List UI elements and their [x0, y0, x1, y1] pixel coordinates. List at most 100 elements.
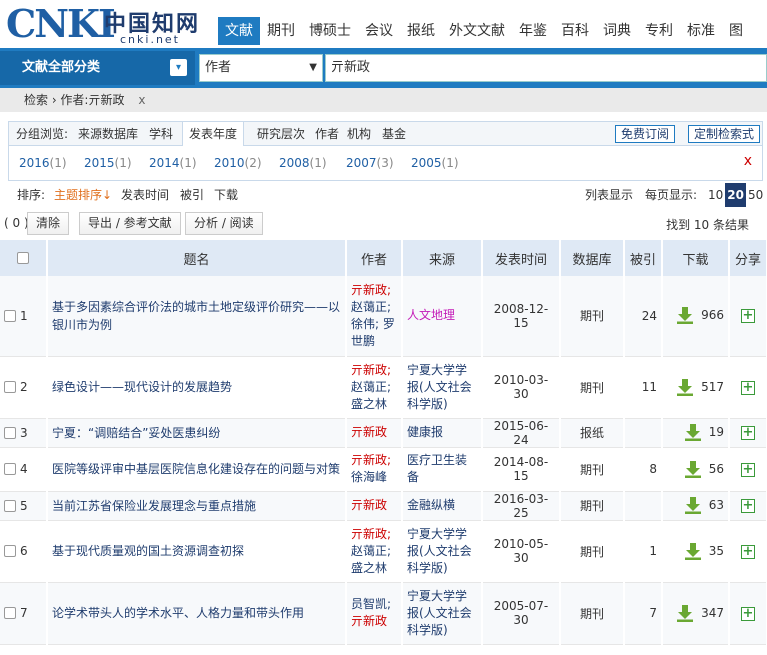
cited-count[interactable]: [624, 491, 663, 521]
result-title-link[interactable]: 绿色设计——现代设计的发展趋势: [47, 356, 347, 419]
col-downloads[interactable]: 下载: [662, 240, 730, 276]
coauthor-link[interactable]: 赵蔼正; 盛之林: [351, 544, 391, 575]
nav-item-6[interactable]: 年鉴: [512, 17, 554, 45]
result-title-link[interactable]: 基于多因素综合评价法的城市土地定级评价研究——以银川市为例: [47, 276, 347, 357]
cnki-logo[interactable]: CNKI 中国知网 cnki.net: [4, 1, 212, 46]
tab-research-level[interactable]: 研究层次: [257, 122, 305, 146]
nav-item-2[interactable]: 博硕士: [302, 17, 358, 45]
year-filter-2014[interactable]: 2014(1): [149, 156, 197, 170]
source-link[interactable]: 宁夏大学学 报(人文社会 科学版): [402, 356, 483, 419]
sort-downloads[interactable]: 下载: [214, 183, 238, 207]
download-icon[interactable]: [677, 604, 694, 622]
author-link-highlight[interactable]: 亓新政: [351, 498, 387, 512]
row-checkbox[interactable]: [4, 381, 16, 394]
chevron-down-icon[interactable]: ▾: [170, 59, 187, 76]
sort-date[interactable]: 发表时间: [121, 183, 169, 207]
nav-item-4[interactable]: 报纸: [400, 17, 442, 45]
author-link-highlight[interactable]: 亓新政;: [351, 363, 391, 377]
analyze-button[interactable]: 分析 / 阅读: [185, 212, 263, 235]
cited-count[interactable]: 24: [624, 276, 663, 357]
year-filter-2008[interactable]: 2008(1): [279, 156, 327, 170]
tab-fund[interactable]: 基金: [382, 122, 406, 146]
share-plus-icon[interactable]: +: [741, 544, 755, 559]
per-page-20[interactable]: 20: [725, 183, 746, 207]
tab-source-db[interactable]: 来源数据库: [78, 122, 138, 146]
result-title-link[interactable]: 当前江苏省保险业发展理念与重点措施: [47, 491, 347, 521]
nav-item-9[interactable]: 专利: [638, 17, 680, 45]
per-page-50[interactable]: 50: [746, 183, 765, 207]
clear-button[interactable]: 清除: [27, 212, 70, 235]
year-filter-2007[interactable]: 2007(3): [346, 156, 394, 170]
coauthor-link[interactable]: 员智凯;: [351, 597, 391, 611]
tab-author[interactable]: 作者: [315, 122, 339, 146]
author-link-highlight[interactable]: 亓新政: [351, 425, 387, 439]
result-title-link[interactable]: 医院等级评审中基层医院信息化建设存在的问题与对策: [47, 447, 347, 492]
tab-subject[interactable]: 学科: [149, 122, 173, 146]
download-icon[interactable]: [684, 460, 701, 478]
year-filter-2016[interactable]: 2016(1): [19, 156, 67, 170]
search-field-select[interactable]: 作者 ▼: [199, 54, 323, 82]
sort-cited[interactable]: 被引: [180, 183, 204, 207]
share-plus-icon[interactable]: +: [741, 499, 755, 513]
author-link-highlight[interactable]: 亓新政;: [351, 453, 391, 467]
download-icon[interactable]: [684, 424, 701, 441]
nav-item-1[interactable]: 期刊: [260, 17, 302, 45]
row-checkbox[interactable]: [4, 607, 16, 620]
row-checkbox[interactable]: [4, 499, 16, 512]
coauthor-link[interactable]: 赵蔼正; 盛之林: [351, 380, 391, 411]
tab-pub-year[interactable]: 发表年度: [182, 121, 245, 146]
per-page-10[interactable]: 10: [706, 183, 725, 207]
year-filter-2005[interactable]: 2005(1): [411, 156, 459, 170]
share-plus-icon[interactable]: +: [741, 606, 755, 621]
free-subscribe-button[interactable]: 免费订阅: [615, 125, 676, 143]
nav-item-8[interactable]: 词典: [596, 17, 638, 45]
custom-query-button[interactable]: 定制检索式: [688, 125, 761, 143]
share-plus-icon[interactable]: +: [741, 462, 755, 477]
row-checkbox[interactable]: [4, 545, 16, 558]
download-icon[interactable]: [677, 378, 694, 396]
coauthor-link[interactable]: 赵蔼正; 徐伟; 罗世鹏: [351, 300, 395, 348]
author-link-highlight[interactable]: 亓新政;: [351, 527, 391, 541]
author-link-highlight[interactable]: 亓新政: [351, 614, 387, 628]
select-all-cell[interactable]: [0, 240, 48, 276]
source-link[interactable]: 人文地理: [402, 276, 483, 357]
search-input[interactable]: 亓新政: [325, 54, 767, 82]
nav-item-10[interactable]: 标准: [680, 17, 722, 45]
source-link[interactable]: 宁夏大学学 报(人文社会 科学版): [402, 582, 483, 645]
share-plus-icon[interactable]: +: [741, 380, 755, 395]
result-title-link[interactable]: 论学术带头人的学术水平、人格力量和带头作用: [47, 582, 347, 645]
coauthor-link[interactable]: 徐海峰: [351, 470, 387, 484]
cited-count[interactable]: 1: [624, 520, 663, 583]
result-title-link[interactable]: 宁夏：“调赔结合”妥处医患纠纷: [47, 418, 347, 448]
row-checkbox[interactable]: [4, 310, 16, 322]
close-icon[interactable]: x: [744, 153, 752, 169]
download-icon[interactable]: [677, 307, 694, 325]
nav-item-11[interactable]: 图: [722, 17, 750, 45]
row-checkbox[interactable]: [4, 463, 16, 476]
year-filter-2010[interactable]: 2010(2): [214, 156, 262, 170]
result-title-link[interactable]: 基于现代质量观的国土资源调查初探: [47, 520, 347, 583]
share-plus-icon[interactable]: +: [741, 309, 755, 324]
year-filter-2015[interactable]: 2015(1): [84, 156, 132, 170]
nav-item-7[interactable]: 百科: [554, 17, 596, 45]
nav-item-5[interactable]: 外文文献: [442, 17, 512, 45]
list-view-toggle[interactable]: 列表显示: [585, 183, 633, 207]
tab-institution[interactable]: 机构: [347, 122, 371, 146]
cited-count[interactable]: 11: [624, 356, 663, 419]
row-checkbox[interactable]: [4, 426, 16, 439]
cited-count[interactable]: [624, 418, 663, 448]
author-link-highlight[interactable]: 亓新政;: [351, 283, 391, 297]
breadcrumb-close-icon[interactable]: x: [138, 93, 145, 107]
select-all-checkbox[interactable]: [17, 252, 29, 264]
col-cited[interactable]: 被引: [624, 240, 663, 276]
download-icon[interactable]: [684, 497, 701, 514]
cited-count[interactable]: 7: [624, 582, 663, 645]
source-link[interactable]: 金融纵横: [402, 491, 483, 521]
download-icon[interactable]: [684, 542, 701, 560]
category-select[interactable]: 文献全部分类 ▾: [0, 51, 195, 85]
source-link[interactable]: 医疗卫生装备: [402, 447, 483, 492]
export-button[interactable]: 导出 / 参考文献: [79, 212, 181, 235]
nav-item-0[interactable]: 文献: [218, 17, 260, 45]
source-link[interactable]: 健康报: [402, 418, 483, 448]
col-date[interactable]: 发表时间: [482, 240, 561, 276]
